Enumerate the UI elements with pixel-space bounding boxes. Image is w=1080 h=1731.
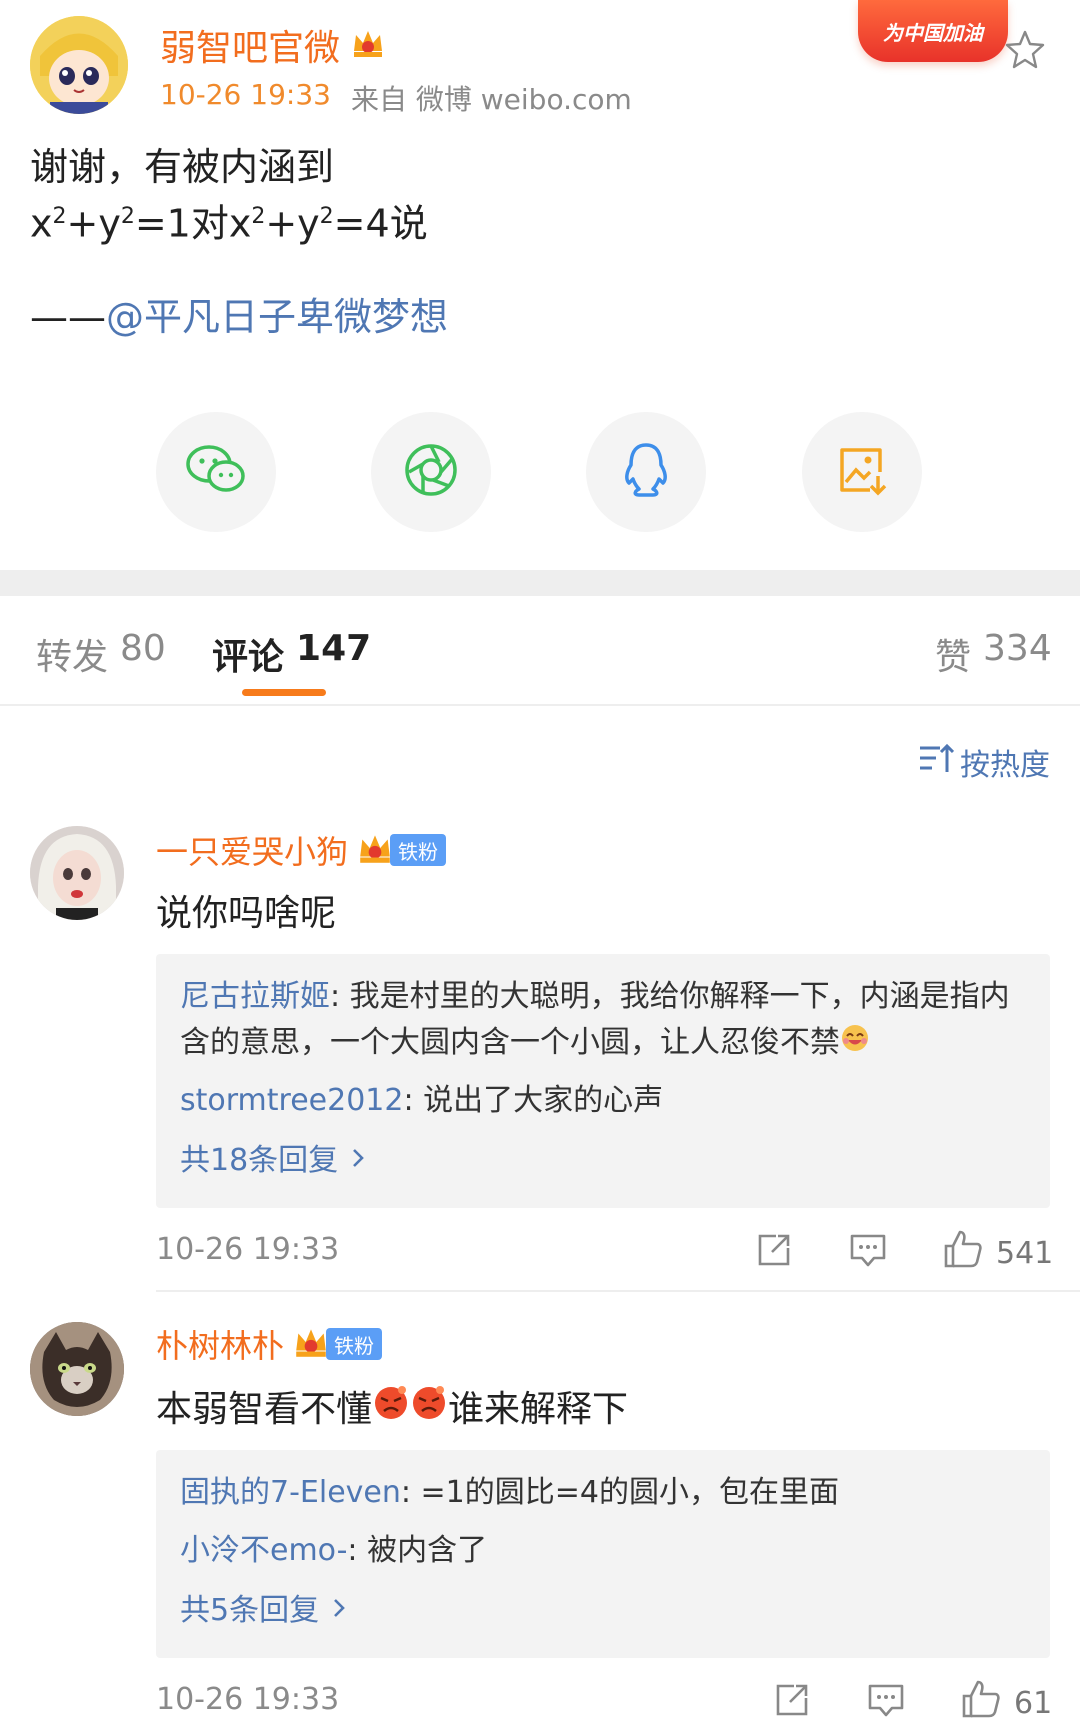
source-name[interactable]: 微博 weibo.com <box>416 83 632 116</box>
wechat-icon <box>185 444 247 500</box>
thumbs-up-icon <box>942 1228 984 1278</box>
fan-badge: 铁粉 <box>356 829 447 871</box>
comment-username[interactable]: 朴树林朴 <box>156 1321 284 1367</box>
reply-item: 固执的7-Eleven: =1的圆比=4的圆小，包在里面 <box>180 1470 839 1516</box>
tab-likes-count: 334 <box>983 628 1052 669</box>
like-comment-button[interactable]: 541 <box>942 1228 1053 1278</box>
fan-badge-label: 铁粉 <box>390 834 447 866</box>
comment-avatar[interactable] <box>30 826 124 920</box>
post-line-2: x2+y2=1对x2+y2=4说 <box>30 201 428 246</box>
post-meta: 10-26 19:33 来自 微博 weibo.com <box>160 78 632 118</box>
crown-icon <box>350 25 386 65</box>
reply-preview-box[interactable]: 固执的7-Eleven: =1的圆比=4的圆小，包在里面 小泠不emo-: 被内… <box>156 1450 1050 1658</box>
comment-text-start: 本弱智看不懂 <box>156 1389 373 1430</box>
reply-item: 尼古拉斯姬: 我是村里的大聪明，我给你解释一下，内涵是指内含的意思，一个大圆内含… <box>180 974 1020 1067</box>
post-line-1: 谢谢，有被内涵到 <box>30 145 335 189</box>
comment-separator <box>156 1290 1080 1292</box>
reply-username[interactable]: 固执的7-Eleven <box>180 1475 401 1510</box>
post-source: 来自 微博 weibo.com <box>351 78 632 118</box>
more-replies-label: 共18条回复 <box>180 1143 339 1178</box>
fan-badge: 铁粉 <box>292 1323 383 1365</box>
more-replies-link[interactable]: 共5条回复 <box>180 1588 347 1634</box>
like-comment-button[interactable]: 61 <box>960 1678 1052 1728</box>
qq-icon <box>621 441 671 503</box>
comment-username[interactable]: 一只爱哭小狗 <box>156 827 348 873</box>
save-image-button[interactable] <box>802 412 922 532</box>
tab-repost-count: 80 <box>120 628 166 669</box>
sort-button[interactable]: 按热度 <box>918 740 1050 784</box>
comment-avatar[interactable] <box>30 1322 124 1416</box>
tab-comments-label: 评论 <box>212 637 285 678</box>
post-time: 10-26 19:33 <box>160 78 331 111</box>
chevron-right-icon <box>350 1138 366 1184</box>
tab-likes[interactable]: 赞 334 <box>935 628 1052 680</box>
comment-bubble-icon <box>866 1684 906 1724</box>
reply-item: stormtree2012: 说出了大家的心声 <box>180 1078 663 1124</box>
more-replies-link[interactable]: 共18条回复 <box>180 1138 366 1184</box>
repost-comment-button[interactable] <box>772 1680 812 1724</box>
share-moments-button[interactable] <box>371 412 491 532</box>
comment-time: 10-26 19:33 <box>156 1682 340 1717</box>
reply-item: 小泠不emo-: 被内含了 <box>180 1528 487 1574</box>
comment-user-row: 一只爱哭小狗 铁粉 <box>156 827 447 873</box>
favorite-star-icon[interactable] <box>1004 28 1046 74</box>
reply-username[interactable]: 小泠不emo- <box>180 1533 347 1568</box>
moments-icon <box>403 442 459 502</box>
tabs-bottom-border <box>0 704 1080 706</box>
comment-time: 10-26 19:33 <box>156 1232 340 1267</box>
repost-comment-button[interactable] <box>754 1230 794 1274</box>
share-wechat-button[interactable] <box>156 412 276 532</box>
reply-text: : 被内含了 <box>347 1533 488 1568</box>
author-name[interactable]: 弱智吧官微 <box>160 19 340 71</box>
author-name-row: 弱智吧官微 <box>160 20 386 70</box>
tab-active-indicator <box>242 689 326 696</box>
save-image-icon <box>836 444 888 500</box>
share-arrow-icon <box>772 1684 812 1724</box>
reply-text: : =1的圆比=4的圆小，包在里面 <box>400 1475 839 1510</box>
reply-username[interactable]: stormtree2012 <box>180 1083 403 1118</box>
share-arrow-icon <box>754 1234 794 1274</box>
comment-user-row: 朴树林朴 铁粉 <box>156 1321 383 1367</box>
laugh-emoji-icon <box>840 1021 870 1067</box>
comment-text: 本弱智看不懂 谁来解释下 <box>156 1380 628 1432</box>
share-qq-button[interactable] <box>586 412 706 532</box>
angry-emoji-icon <box>372 1383 410 1430</box>
promo-banner[interactable]: 为中国加油 <box>858 0 1008 62</box>
more-replies-label: 共5条回复 <box>180 1593 320 1628</box>
mention-link[interactable]: @平凡日子卑微梦想 <box>106 295 448 339</box>
promo-text: 为中国加油 <box>883 20 983 45</box>
reply-comment-button[interactable] <box>866 1680 906 1724</box>
reply-preview-box[interactable]: 尼古拉斯姬: 我是村里的大聪明，我给你解释一下，内涵是指内含的意思，一个大圆内含… <box>156 954 1050 1208</box>
tab-repost[interactable]: 转发 80 <box>36 628 166 680</box>
crown-icon <box>292 1323 330 1365</box>
reply-text: : 说出了大家的心声 <box>403 1083 664 1118</box>
reply-username[interactable]: 尼古拉斯姬 <box>180 979 330 1014</box>
tab-comments[interactable]: 评论 147 <box>212 628 371 680</box>
source-prefix: 来自 <box>350 83 407 116</box>
sort-icon <box>918 742 955 782</box>
like-count: 61 <box>1014 1685 1053 1721</box>
author-avatar[interactable] <box>30 16 128 114</box>
tab-likes-label: 赞 <box>935 637 972 678</box>
angry-emoji-icon <box>410 1383 448 1430</box>
crown-icon <box>356 829 394 871</box>
chevron-right-icon <box>331 1588 347 1634</box>
post-credit: ——@平凡日子卑微梦想 <box>30 292 448 342</box>
comment-text-end: 谁来解释下 <box>448 1389 629 1430</box>
comment-text: 说你吗啥呢 <box>156 893 337 934</box>
thumbs-up-icon <box>960 1678 1002 1728</box>
credit-dash: —— <box>30 295 106 339</box>
reply-comment-button[interactable] <box>848 1230 888 1274</box>
sort-label: 按热度 <box>960 748 1050 783</box>
section-divider <box>0 570 1080 596</box>
like-count: 541 <box>996 1235 1054 1271</box>
post-body: 谢谢，有被内涵到 x2+y2=1对x2+y2=4说 <box>30 142 428 249</box>
tab-repost-label: 转发 <box>36 637 109 678</box>
tab-comments-count: 147 <box>296 628 372 669</box>
fan-badge-label: 铁粉 <box>326 1328 383 1360</box>
comment-bubble-icon <box>848 1234 888 1274</box>
